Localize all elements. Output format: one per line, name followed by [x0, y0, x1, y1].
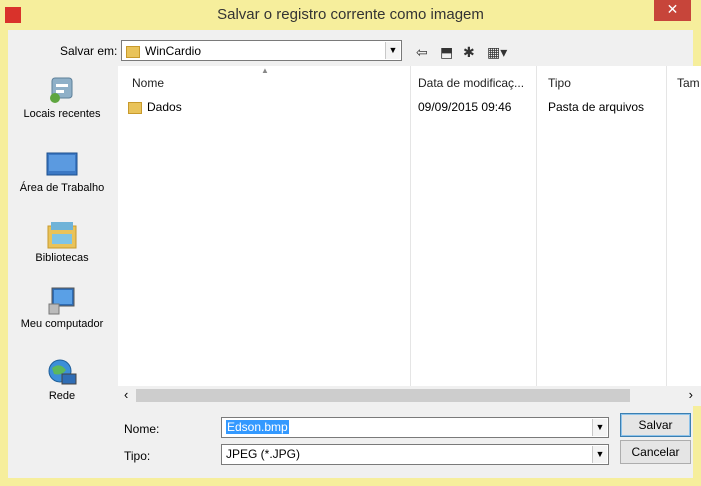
title-bar: Salvar o registro corrente como imagem ✕ — [0, 0, 701, 30]
places-bar: Locais recentes Área de Trabalho Bibliot… — [10, 66, 114, 411]
file-row-modified: 09/09/2015 09:46 — [418, 100, 512, 114]
filename-label: Nome: — [124, 422, 160, 436]
sort-arrow-icon: ▲ — [261, 66, 269, 75]
save-in-value: WinCardio — [145, 44, 202, 58]
recent-places-icon — [46, 76, 78, 106]
computer-icon — [46, 286, 78, 316]
file-row-type: Pasta de arquivos — [548, 100, 645, 114]
place-desktop-label: Área de Trabalho — [19, 182, 105, 194]
chevron-down-icon[interactable]: ▼ — [385, 42, 400, 59]
chevron-down-icon[interactable]: ▼ — [592, 446, 607, 463]
chevron-down-icon[interactable]: ▼ — [592, 419, 607, 436]
place-network-label: Rede — [48, 390, 76, 402]
place-network[interactable]: Rede — [10, 358, 114, 402]
column-header-name[interactable]: Nome — [132, 76, 164, 90]
save-in-combo[interactable]: WinCardio ▼ — [121, 40, 402, 61]
network-icon — [46, 358, 78, 388]
window-border-bottom — [0, 478, 701, 486]
up-folder-icon[interactable]: ⬒ — [440, 44, 453, 61]
scroll-right-icon[interactable]: › — [689, 387, 693, 402]
cancel-button[interactable]: Cancelar — [620, 440, 691, 464]
column-header-type[interactable]: Tipo — [548, 76, 571, 90]
filetype-label: Tipo: — [124, 449, 151, 463]
place-recent-label: Locais recentes — [23, 108, 101, 120]
file-list[interactable]: Nome ▲ Data de modificaç... Tipo Tam Dad… — [118, 66, 701, 406]
column-type — [536, 66, 667, 406]
window-border-left — [0, 30, 8, 486]
view-menu-icon[interactable]: ▦▾ — [487, 44, 507, 61]
column-name — [118, 66, 411, 406]
column-header-size[interactable]: Tam — [677, 76, 700, 90]
filename-input[interactable]: Edson.bmp ▼ — [221, 417, 609, 438]
place-computer-label: Meu computador — [20, 318, 104, 330]
save-button[interactable]: Salvar — [620, 413, 691, 437]
window-title: Salvar o registro corrente como imagem — [217, 6, 484, 23]
file-row-name[interactable]: Dados — [128, 100, 182, 114]
scroll-left-icon[interactable]: ‹ — [124, 387, 128, 402]
filetype-select[interactable]: JPEG (*.JPG) ▼ — [221, 444, 609, 465]
filename-value: Edson.bmp — [226, 420, 289, 434]
column-modified — [410, 66, 537, 406]
folder-icon — [128, 101, 142, 114]
place-recent[interactable]: Locais recentes — [10, 76, 114, 120]
place-desktop[interactable]: Área de Trabalho — [10, 150, 114, 194]
column-header-modified[interactable]: Data de modificaç... — [418, 76, 524, 90]
libraries-icon — [46, 220, 78, 250]
place-computer[interactable]: Meu computador — [10, 286, 114, 330]
folder-icon — [126, 45, 140, 58]
save-in-label: Salvar em: — [60, 44, 118, 58]
close-button[interactable]: ✕ — [654, 0, 691, 21]
back-icon[interactable]: ⇦ — [416, 44, 428, 61]
filetype-value: JPEG (*.JPG) — [226, 447, 301, 461]
horizontal-scrollbar[interactable]: ‹ › — [118, 386, 701, 406]
scrollbar-thumb[interactable] — [136, 389, 630, 402]
new-folder-icon[interactable]: ✱ — [463, 44, 475, 61]
place-libraries[interactable]: Bibliotecas — [10, 220, 114, 264]
file-name: Dados — [147, 100, 182, 114]
desktop-icon — [46, 150, 78, 180]
place-libraries-label: Bibliotecas — [35, 252, 89, 264]
